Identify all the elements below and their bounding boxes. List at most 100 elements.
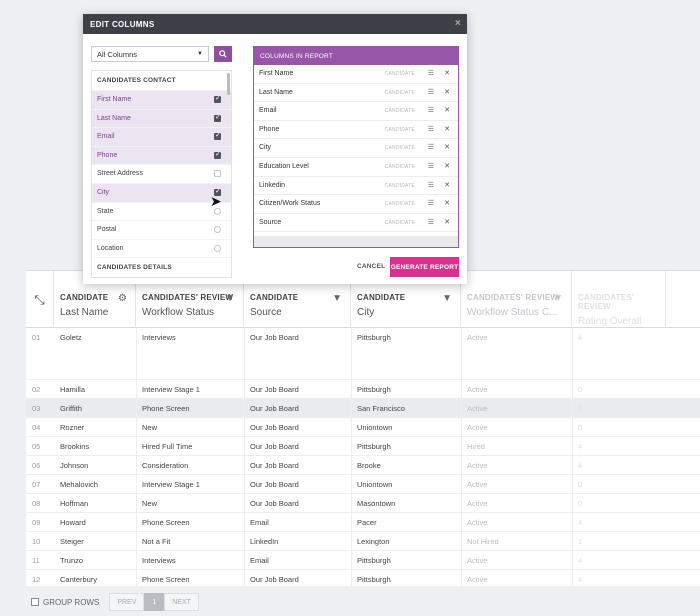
table-cell: Pittsburgh: [357, 333, 391, 342]
generate-report-button[interactable]: GENERATE REPORT: [390, 257, 459, 277]
remove-icon[interactable]: ✕: [444, 69, 450, 77]
remove-icon[interactable]: ✕: [444, 181, 450, 189]
table-cell: Pittsburgh: [357, 385, 391, 394]
row-number: 03: [32, 404, 41, 413]
row-number: 07: [32, 480, 41, 489]
column-option[interactable]: Street Address: [92, 164, 231, 183]
column-option-label: Email: [97, 133, 115, 141]
column-option-label: Street Address: [97, 170, 143, 178]
table-row[interactable]: 05 Brookins Hired Full Time Our Job Board Pi…: [26, 437, 700, 456]
filter-icon[interactable]: ▼: [332, 293, 342, 304]
row-number: 12: [32, 575, 41, 584]
row-number: 05: [32, 442, 41, 451]
drag-handle-icon[interactable]: ☰: [428, 143, 434, 151]
table-row[interactable]: 10 Steiger Not a Fit LinkedIn Lexington Not H…: [26, 532, 700, 551]
table-cell: Steiger: [60, 537, 84, 546]
column-header[interactable]: CANDIDATES' REVIEW Rating Overall: [572, 271, 666, 328]
column-option[interactable]: Postal: [92, 220, 231, 239]
report-column-tag: CANDIDATE: [384, 145, 415, 152]
drag-handle-icon[interactable]: ☰: [428, 125, 434, 133]
gear-icon[interactable]: ⚙: [118, 293, 127, 304]
column-checkbox[interactable]: [214, 150, 221, 159]
filter-icon[interactable]: ▼: [225, 293, 235, 304]
drag-handle-icon[interactable]: ☰: [428, 88, 434, 96]
remove-icon[interactable]: ✕: [444, 143, 450, 151]
table-cell: Our Job Board: [250, 575, 299, 584]
report-column-label: Email: [259, 107, 277, 115]
drag-handle-icon[interactable]: ☰: [428, 218, 434, 226]
report-column-item[interactable]: Education Level CANDIDATE ☰ ✕: [254, 158, 458, 177]
table-cell: Active: [467, 499, 488, 508]
table-cell: Interview Stage 1: [142, 385, 200, 394]
table-cell: Interviews: [142, 333, 176, 342]
table-row[interactable]: 12 Canterbury Phone Screen Our Job Board Pit…: [26, 570, 700, 586]
column-checkbox[interactable]: [214, 226, 221, 234]
report-column-item[interactable]: Last Name CANDIDATE ☰ ✕: [254, 84, 458, 103]
report-column-item[interactable]: Citizen/Work Status CANDIDATE ☰ ✕: [254, 195, 458, 214]
grid-footer: GROUP ROWS PREV 1 NEXT: [26, 588, 700, 616]
column-header[interactable]: CANDIDATES' REVIEW Workflow Status C... ▼: [461, 271, 572, 328]
column-option[interactable]: Email: [92, 127, 231, 146]
remove-icon[interactable]: ✕: [444, 106, 450, 114]
report-column-item[interactable]: Source CANDIDATE ☰ ✕: [254, 214, 458, 233]
expand-icon[interactable]: ⤡: [26, 271, 54, 328]
table-row[interactable]: 02 Hamilla Interview Stage 1 Our Job Board P…: [26, 380, 700, 399]
column-checkbox[interactable]: [214, 113, 221, 122]
drag-handle-icon[interactable]: ☰: [428, 69, 434, 77]
column-option-label: Postal: [97, 226, 117, 234]
table-row[interactable]: 04 Rozner New Our Job Board Uniontown Active 0: [26, 418, 700, 437]
group-rows-checkbox[interactable]: [31, 598, 39, 606]
filter-icon[interactable]: ▼: [553, 293, 563, 304]
close-icon[interactable]: ×: [455, 18, 461, 29]
table-cell: Active: [467, 404, 488, 413]
column-filter-select[interactable]: All Columns ▼: [91, 46, 209, 62]
prev-button[interactable]: PREV: [109, 593, 145, 611]
table-row[interactable]: 06 Johnson Consideration Our Job Board Brook…: [26, 456, 700, 475]
report-column-item[interactable]: First Name CANDIDATE ☰ ✕: [254, 65, 458, 84]
next-button[interactable]: NEXT: [164, 593, 199, 611]
table-cell: Active: [467, 333, 488, 342]
row-number: 06: [32, 461, 41, 470]
report-column-item[interactable]: City CANDIDATE ☰ ✕: [254, 139, 458, 158]
column-checkbox[interactable]: [214, 131, 221, 141]
filter-icon[interactable]: ▼: [442, 293, 452, 304]
table-row[interactable]: 09 Howard Phone Screen Email Pacer Active 4: [26, 513, 700, 532]
column-option-label: First Name: [97, 96, 132, 103]
remove-icon[interactable]: ✕: [444, 125, 450, 133]
report-grid: ⤡ CANDIDATE Last Name ⚙ CANDIDATES' REVIEW…: [26, 270, 700, 586]
remove-icon[interactable]: ✕: [444, 162, 450, 170]
report-column-item[interactable]: Linkedin CANDIDATE ☰ ✕: [254, 177, 458, 196]
table-row[interactable]: 01 Goletz Interviews Our Job Board Pittsburg…: [26, 328, 700, 380]
drag-handle-icon[interactable]: ☰: [428, 181, 434, 189]
column-field: Workflow Status C...: [467, 307, 558, 318]
table-row[interactable]: 07 Mehalovich Interview Stage 1 Our Job Boa…: [26, 475, 700, 494]
drag-handle-icon[interactable]: ☰: [428, 106, 434, 114]
cancel-button[interactable]: CANCEL: [357, 263, 385, 270]
list-scrollbar[interactable]: [227, 73, 230, 95]
column-option[interactable]: First Name: [92, 90, 231, 109]
remove-icon[interactable]: ✕: [444, 199, 450, 207]
table-row[interactable]: 03 Griffith Phone Screen Our Job Board San F…: [26, 399, 700, 418]
remove-icon[interactable]: ✕: [444, 88, 450, 96]
report-column-item[interactable]: Phone CANDIDATE ☰ ✕: [254, 121, 458, 140]
table-row[interactable]: 11 Trunzo Interviews Email Pittsburgh Active 4: [26, 551, 700, 570]
table-cell: Our Job Board: [250, 423, 299, 432]
page-button[interactable]: 1: [144, 593, 165, 611]
report-column-tag: CANDIDATE: [384, 126, 415, 133]
column-option[interactable]: Location: [92, 238, 231, 258]
report-column-item[interactable]: Email CANDIDATE ☰ ✕: [254, 102, 458, 121]
column-checkbox[interactable]: [214, 170, 221, 178]
search-button[interactable]: [214, 46, 232, 62]
column-checkbox[interactable]: [214, 94, 221, 103]
table-cell: Brooke: [357, 461, 381, 470]
report-column-label: Linkedin: [259, 181, 286, 189]
search-icon: [219, 50, 227, 58]
column-option[interactable]: Phone: [92, 145, 231, 165]
column-checkbox[interactable]: [214, 244, 221, 252]
table-row[interactable]: 08 Hoffman New Our Job Board Masontown Active…: [26, 494, 700, 513]
column-option[interactable]: Last Name: [92, 108, 231, 128]
table-cell: Phone Screen: [142, 518, 190, 527]
drag-handle-icon[interactable]: ☰: [428, 199, 434, 207]
drag-handle-icon[interactable]: ☰: [428, 162, 434, 170]
remove-icon[interactable]: ✕: [444, 218, 450, 226]
